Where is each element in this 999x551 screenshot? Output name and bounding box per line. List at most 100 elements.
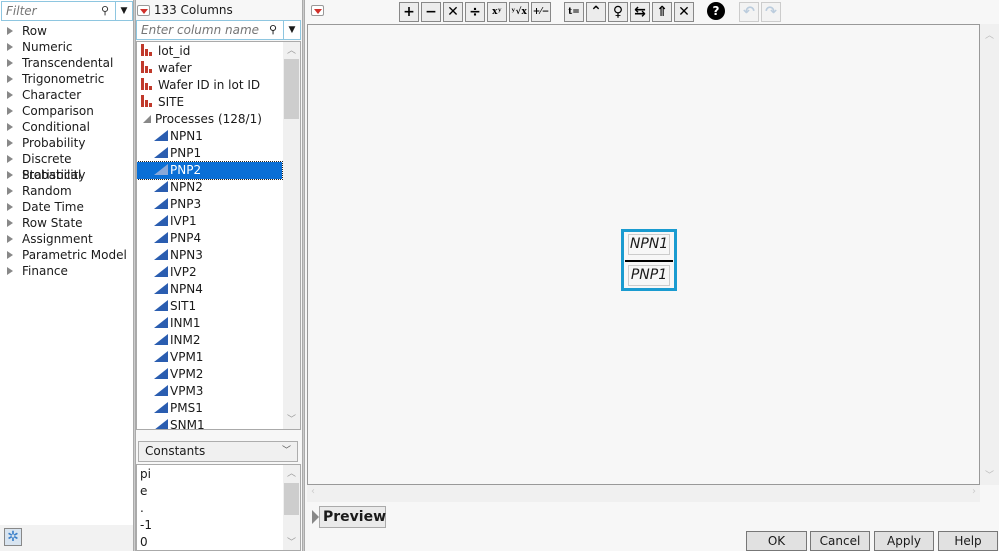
column-item[interactable]: INM1 [154,315,201,332]
multiply-button[interactable]: ✕ [443,2,463,22]
division-expression[interactable]: NPN1 PNP1 [621,229,677,291]
column-search-input[interactable] [137,21,263,39]
expand-triangle-icon[interactable] [7,235,13,243]
constant-item[interactable]: 0 [140,534,148,550]
scroll-down-icon[interactable]: ﹀ [283,413,300,427]
column-item[interactable]: NPN2 [154,179,203,196]
function-category-item[interactable]: Row [0,23,133,39]
preview-toggle[interactable]: Preview [319,506,386,528]
expand-triangle-icon[interactable] [7,203,13,211]
function-category-item[interactable]: Random [0,183,133,199]
column-search-box[interactable]: ⚲ [136,20,284,40]
column-item[interactable]: wafer [141,60,192,77]
function-category-item[interactable]: Character [0,87,133,103]
column-item[interactable]: SIT1 [154,298,196,315]
disclosure-triangle-icon[interactable] [312,510,319,524]
function-category-item[interactable]: Trigonometric [0,71,133,87]
divide-button[interactable]: ÷ [465,2,485,22]
expand-triangle-icon[interactable] [7,171,13,179]
help-button[interactable]: Help [938,531,998,551]
function-category-item[interactable]: Parametric Model [0,247,133,263]
expand-triangle-icon[interactable] [7,75,13,83]
column-item[interactable]: Processes (128/1) [143,111,262,128]
filter-options-dropdown[interactable]: ▼ [116,1,133,21]
local-variable-button[interactable]: t= [564,2,584,22]
constants-scrollbar[interactable]: ︿ ﹀ [283,465,300,550]
column-search-dropdown[interactable]: ▼ [284,20,301,40]
help-icon[interactable]: ? [707,2,725,20]
expand-triangle-icon[interactable] [7,43,13,51]
group-expanded-icon[interactable] [143,115,151,123]
denominator-term[interactable]: PNP1 [628,265,670,286]
cancel-button[interactable]: Cancel [810,531,870,551]
power-button[interactable]: xʸ [487,2,507,22]
expand-triangle-icon[interactable] [7,123,13,131]
constant-item[interactable]: . [140,500,144,517]
scroll-right-icon[interactable]: › [972,486,976,497]
function-category-item[interactable]: Date Time [0,199,133,215]
function-category-item[interactable]: Numeric [0,39,133,55]
numerator-term[interactable]: NPN1 [628,234,670,255]
gear-icon[interactable]: ✲ [4,528,22,546]
subtract-button[interactable]: − [421,2,441,22]
search-icon[interactable]: ⚲ [101,4,109,17]
function-category-item[interactable]: Comparison [0,103,133,119]
search-icon[interactable]: ⚲ [269,23,277,36]
splitter-right[interactable] [302,0,305,551]
expand-triangle-icon[interactable] [7,91,13,99]
column-item[interactable]: IVP2 [154,264,197,281]
redo-button[interactable]: ↷ [761,2,781,22]
negate-button[interactable]: +⁄− [531,2,551,22]
expand-triangle-icon[interactable] [7,59,13,67]
constant-item[interactable]: -1 [140,517,152,534]
ok-button[interactable]: OK [746,531,807,551]
column-item[interactable]: VPM1 [154,349,203,366]
function-category-item[interactable]: Statistical [0,167,133,183]
column-item[interactable]: lot_id [141,43,190,60]
column-item[interactable]: NPN1 [154,128,203,145]
column-item[interactable]: PNP2 [137,161,283,180]
expand-triangle-icon[interactable] [7,139,13,147]
column-item[interactable]: NPN4 [154,281,203,298]
swap-button[interactable]: ⇆ [630,2,650,22]
scroll-up-icon[interactable]: ︿ [283,467,300,481]
column-item[interactable]: PNP3 [154,196,201,213]
function-category-item[interactable]: Assignment [0,231,133,247]
column-item[interactable]: VPM2 [154,366,203,383]
scroll-up-icon[interactable]: ︿ [980,28,999,41]
column-item[interactable]: PNP1 [154,145,201,162]
expand-triangle-icon[interactable] [7,27,13,35]
scrollbar-thumb[interactable] [284,59,299,119]
constants-category-select[interactable]: Constants ﹀ [138,441,298,462]
column-item[interactable]: NPN3 [154,247,203,264]
column-item[interactable]: Wafer ID in lot ID [141,77,260,94]
canvas-horizontal-scrollbar[interactable]: ‹ › [307,485,980,502]
undo-button[interactable]: ↶ [739,2,759,22]
root-button[interactable]: ʸ√x [509,2,529,22]
expand-triangle-icon[interactable] [7,187,13,195]
expand-triangle-icon[interactable] [7,155,13,163]
expand-triangle-icon[interactable] [7,219,13,227]
unary-function-button[interactable]: ⇑ [652,2,672,22]
function-category-item[interactable]: Finance [0,263,133,279]
function-filter-input[interactable] [2,2,92,20]
scroll-left-icon[interactable]: ‹ [311,486,315,497]
function-category-item[interactable]: Conditional [0,119,133,135]
select-parent-button[interactable]: ⌃ [586,2,606,22]
function-category-item[interactable]: Row State [0,215,133,231]
column-list-scrollbar[interactable]: ︿ ﹀ [283,42,300,429]
constant-item[interactable]: pi [140,466,151,483]
expand-triangle-icon[interactable] [7,251,13,259]
scroll-up-icon[interactable]: ︿ [283,44,300,58]
function-filter-box[interactable]: ⚲ [1,1,116,21]
expand-triangle-icon[interactable] [7,267,13,275]
function-category-item[interactable]: Discrete Probability [0,151,133,182]
delete-button[interactable]: ✕ [674,2,694,22]
column-item[interactable]: IVP1 [154,213,197,230]
scrollbar-thumb[interactable] [284,483,299,515]
help-button[interactable]: ? [706,2,726,22]
function-category-item[interactable]: Transcendental [0,55,133,71]
constant-item[interactable]: e [140,483,147,500]
function-category-item[interactable]: Probability [0,135,133,151]
expand-triangle-icon[interactable] [7,107,13,115]
